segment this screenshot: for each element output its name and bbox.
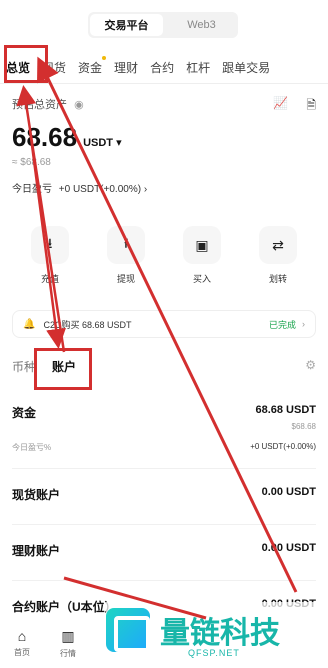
divider: [12, 580, 316, 581]
segment-web3[interactable]: Web3: [165, 12, 238, 38]
order-notice[interactable]: 🔔 C2C购买 68.68 USDT 已完成 ›: [12, 310, 316, 338]
today-pnl[interactable]: 今日盈亏 +0 USDT(+0.00%) ›: [12, 180, 147, 195]
nav-market-label: 行情: [60, 648, 76, 658]
bell-icon: 🔔: [23, 318, 36, 330]
tab-earn[interactable]: 理财: [108, 59, 144, 76]
account-value: 0.00 USDT: [261, 486, 316, 498]
watermark-text: 量链科技: [160, 617, 280, 650]
buy-button[interactable]: ▣ 买入: [172, 226, 232, 285]
balance-amount: 68.68: [12, 122, 78, 152]
subtab-accounts[interactable]: 账户: [52, 358, 76, 375]
platform-switch[interactable]: 交易平台 Web3: [88, 12, 238, 38]
asset-subtabs: 币种 账户: [12, 358, 76, 375]
deposit-icon: ⭳: [31, 226, 69, 264]
watermark-logo-icon: [106, 608, 150, 652]
nav-home-label: 首页: [14, 648, 30, 657]
tab-funds[interactable]: 资金: [72, 55, 108, 76]
buy-label: 买入: [192, 274, 211, 284]
nav-market[interactable]: ▥ 行情: [60, 628, 76, 659]
tab-copytrade[interactable]: 跟单交易: [216, 59, 276, 76]
account-value: 0.00 USDT: [261, 542, 316, 554]
asset-tabs: 总览 现货 资金 理财 合约 杠杆 跟单交易: [0, 52, 328, 82]
nav-home[interactable]: ⌂ 首页: [14, 628, 30, 658]
funds-value: 68.68 USDT: [255, 404, 316, 416]
deposit-label: 充值: [40, 274, 59, 284]
deposit-button[interactable]: ⭳ 充值: [20, 226, 80, 285]
withdraw-icon: ⭱: [107, 226, 145, 264]
funds-pnl-value: +0 USDT(+0.00%): [250, 442, 316, 451]
estimated-assets-text: 预估总资产: [12, 99, 67, 111]
watermark-domain: QFSP.NET: [188, 648, 240, 658]
notice-status: 已完成: [268, 319, 296, 330]
withdraw-button[interactable]: ⭱ 提现: [96, 226, 156, 285]
tab-margin[interactable]: 杠杆: [180, 59, 216, 76]
market-icon: ▥: [61, 627, 75, 644]
home-icon: ⌂: [17, 628, 27, 644]
divider: [12, 468, 316, 469]
eye-icon[interactable]: ◉: [74, 98, 84, 111]
tab-divider: [0, 83, 328, 84]
watermark: 量链科技 QFSP.NET: [106, 602, 322, 662]
subtab-coins[interactable]: 币种: [12, 358, 36, 375]
today-pnl-label: 今日盈亏: [12, 184, 52, 195]
tab-overview[interactable]: 总览: [0, 59, 36, 76]
earn-account-row[interactable]: 理财账户 0.00 USDT: [12, 542, 316, 559]
buy-icon: ▣: [183, 226, 221, 264]
gear-icon[interactable]: ⚙: [305, 358, 316, 372]
funds-row[interactable]: 资金 68.68 USDT: [12, 404, 316, 421]
balance-unit-text: USDT: [83, 137, 114, 149]
spot-account-row[interactable]: 现货账户 0.00 USDT: [12, 486, 316, 503]
estimated-assets-label: 预估总资产 ◉: [12, 96, 84, 112]
quick-actions: ⭳ 充值 ⭱ 提现 ▣ 买入 ⇄ 划转: [0, 226, 328, 285]
new-dot-icon: [102, 55, 107, 60]
chevron-right-icon: ›: [143, 184, 148, 195]
notice-text: C2C购买 68.68 USDT: [43, 319, 132, 330]
tab-funds-label: 资金: [78, 60, 103, 75]
transfer-icon: ⇄: [259, 226, 297, 264]
chart-icon[interactable]: 📈: [273, 96, 288, 117]
balance-unit[interactable]: USDT ▾: [83, 136, 122, 149]
withdraw-label: 提现: [116, 274, 135, 284]
total-balance: 68.68 USDT ▾: [12, 122, 122, 153]
summary-toolbar: 📈 🗎: [273, 96, 316, 117]
balance-fiat: ≈ $68.68: [12, 157, 51, 168]
today-pnl-value: +0 USDT(+0.00%): [58, 184, 142, 195]
divider: [12, 524, 316, 525]
transfer-label: 划转: [268, 274, 287, 284]
history-icon[interactable]: 🗎: [306, 96, 316, 117]
tab-futures[interactable]: 合约: [144, 59, 180, 76]
chevron-right-icon: ›: [302, 319, 305, 329]
funds-fiat: $68.68: [291, 422, 316, 431]
transfer-button[interactable]: ⇄ 划转: [248, 226, 308, 285]
segment-exchange[interactable]: 交易平台: [90, 14, 163, 36]
tab-spot[interactable]: 现货: [36, 59, 72, 76]
